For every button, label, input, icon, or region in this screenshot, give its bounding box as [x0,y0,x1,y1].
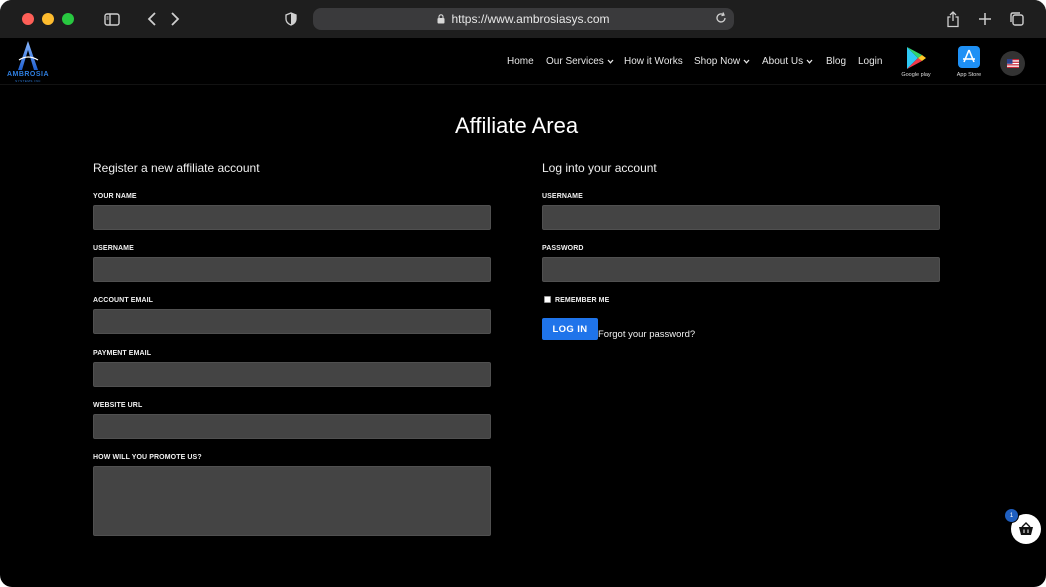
your-name-input[interactable] [93,205,491,230]
logo-text: AMBROSIA [6,71,50,78]
back-icon[interactable] [142,9,162,29]
basket-icon [1019,522,1033,535]
your-name-label: YOUR NAME [93,193,137,200]
login-heading: Log into your account [542,161,657,175]
register-username-input[interactable] [93,257,491,282]
logo-icon [18,41,39,70]
sidebar-icon[interactable] [102,9,122,29]
login-username-label: USERNAME [542,193,583,200]
cart-count-badge: 1 [1004,508,1019,523]
language-selector[interactable] [1000,51,1025,76]
nav-blog-label: Blog [826,56,847,67]
register-username-label: USERNAME [93,245,134,252]
account-email-label: ACCOUNT EMAIL [93,297,154,304]
nav-home[interactable]: Home [507,56,534,67]
reload-icon[interactable] [714,11,728,25]
app-store-label: App Store [956,72,982,78]
nav-login-label: Login [858,56,883,67]
forgot-password-link[interactable]: Forgot your password? [598,329,695,340]
app-store-badge[interactable]: App Store [951,46,987,80]
nav-login[interactable]: Login [858,56,882,67]
lock-icon [437,14,445,24]
website-url-input[interactable] [93,414,491,439]
nav-how-it-works-label: How it Works [624,56,683,67]
address-bar[interactable]: https://www.ambrosiasys.com [313,8,734,30]
nav-our-services[interactable]: Our Services [546,56,614,67]
register-heading: Register a new affiliate account [93,161,260,175]
account-email-input[interactable] [93,309,491,334]
chevron-down-icon [806,59,813,64]
payment-email-input[interactable] [93,362,491,387]
page-title: Affiliate Area [454,113,579,138]
password-label: PASSWORD [542,245,584,252]
new-tab-icon[interactable] [975,9,995,29]
remember-me-checkbox[interactable] [544,296,551,303]
chevron-down-icon [607,59,614,64]
nav-how-it-works[interactable]: How it Works [624,56,683,67]
google-play-label: Google play [901,72,931,78]
chevron-down-icon [743,59,750,64]
nav-about-us-label: About Us [762,56,804,67]
login-username-input[interactable] [542,205,940,230]
privacy-shield-icon[interactable] [281,9,301,29]
promote-label: HOW WILL YOU PROMOTE US? [93,454,202,461]
nav-shop-now-label: Shop Now [694,56,741,67]
tab-overview-icon[interactable] [1007,9,1027,29]
share-icon[interactable] [943,9,963,29]
ambrosia-logo[interactable]: AMBROSIA SYSTEMS INC [6,40,50,83]
close-window-button[interactable] [22,13,34,25]
nav-blog[interactable]: Blog [826,56,846,67]
website-url-label: WEBSITE URL [93,402,143,409]
google-play-icon [907,47,926,69]
payment-email-label: PAYMENT EMAIL [93,350,152,357]
us-flag-icon [1006,59,1019,68]
nav-our-services-label: Our Services [546,56,604,67]
promote-textarea[interactable] [93,466,491,536]
minimize-window-button[interactable] [42,13,54,25]
nav-shop-now[interactable]: Shop Now [694,56,750,67]
nav-about-us[interactable]: About Us [762,56,813,67]
log-in-button[interactable]: LOG IN [542,318,598,340]
logo-subtext: SYSTEMS INC [15,79,41,83]
app-store-icon [958,46,980,68]
nav-home-label: Home [507,56,534,67]
password-input[interactable] [542,257,940,282]
remember-me-label: REMEMBER ME [555,297,610,304]
google-play-badge[interactable]: Google play [898,46,934,80]
site-header: AMBROSIA SYSTEMS INC Home Our Services H… [0,38,1046,85]
browser-toolbar: https://www.ambrosiasys.com [0,0,1046,38]
forward-icon[interactable] [165,9,185,29]
url-text: https://www.ambrosiasys.com [451,12,610,26]
browser-window: https://www.ambrosiasys.com AMBROSIA SYS… [0,0,1046,587]
maximize-window-button[interactable] [62,13,74,25]
